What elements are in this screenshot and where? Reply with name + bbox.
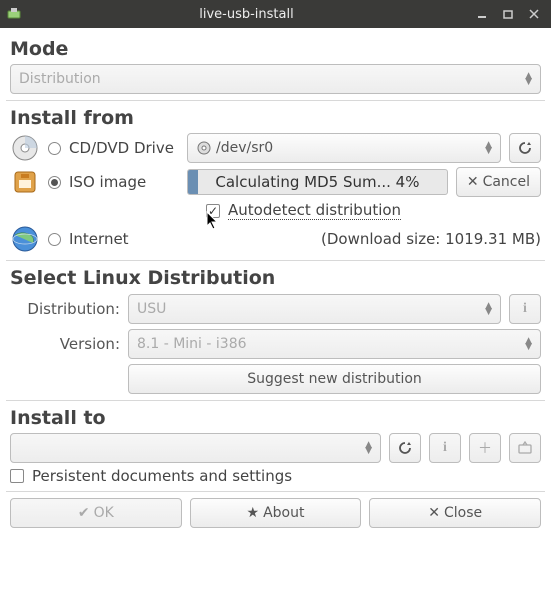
select-dist-heading: Select Linux Distribution — [10, 267, 541, 289]
minimize-button[interactable] — [473, 5, 491, 23]
md5-progress: Calculating MD5 Sum... 4% — [187, 169, 448, 195]
target-open-button[interactable] — [509, 433, 541, 463]
iso-icon — [10, 167, 40, 197]
cancel-button[interactable]: ✕ Cancel — [456, 167, 541, 197]
spinner-icon: ▲▼ — [365, 442, 372, 454]
iso-label: ISO image — [69, 173, 179, 191]
version-combo[interactable]: 8.1 - Mini - i386 ▲▼ — [128, 329, 541, 359]
target-info-button[interactable]: i — [429, 433, 461, 463]
persistent-label: Persistent documents and settings — [32, 467, 292, 485]
maximize-button[interactable] — [499, 5, 517, 23]
close-icon: ✕ — [428, 505, 440, 521]
suggest-dist-button[interactable]: Suggest new distribution — [128, 364, 541, 394]
star-icon: ★ — [247, 505, 260, 521]
ver-label: Version: — [10, 335, 120, 353]
install-from-heading: Install from — [10, 107, 541, 129]
close-window-button[interactable] — [525, 5, 543, 23]
radio-iso[interactable] — [48, 176, 61, 189]
about-label: About — [263, 505, 304, 521]
info-icon: i — [443, 440, 447, 456]
radio-internet[interactable] — [48, 233, 61, 246]
app-icon — [0, 6, 28, 22]
divider — [6, 260, 545, 261]
ok-button[interactable]: ✔ OK — [10, 498, 182, 528]
mode-combo[interactable]: Distribution ▲▼ — [10, 64, 541, 94]
window-title: live-usb-install — [28, 7, 465, 22]
download-size: (Download size: 1019.31 MB) — [187, 230, 541, 248]
dist-info-button[interactable]: i — [509, 294, 541, 324]
mode-heading: Mode — [10, 38, 541, 60]
internet-icon — [10, 224, 40, 254]
close-icon: ✕ — [467, 174, 479, 190]
spinner-icon: ▲▼ — [485, 142, 492, 154]
cancel-label: Cancel — [483, 174, 530, 190]
cd-device-combo[interactable]: /dev/sr0 ▲▼ — [187, 133, 501, 163]
close-button[interactable]: ✕ Close — [369, 498, 541, 528]
check-icon: ✔ — [78, 505, 90, 521]
cd-device-value: /dev/sr0 — [216, 140, 273, 156]
target-combo[interactable]: ▲▼ — [10, 433, 381, 463]
cd-icon — [10, 133, 40, 163]
suggest-label: Suggest new distribution — [247, 371, 422, 387]
progress-fill — [188, 170, 198, 194]
divider — [6, 100, 545, 101]
close-label: Close — [444, 505, 482, 521]
cd-label: CD/DVD Drive — [69, 139, 179, 157]
folder-up-icon — [517, 441, 533, 455]
autodetect-checkbox[interactable] — [206, 204, 220, 218]
target-add-button[interactable]: ＋ — [469, 433, 501, 463]
ok-label: OK — [94, 505, 114, 521]
autodetect-label: Autodetect distribution — [228, 201, 401, 220]
disc-small-icon — [196, 140, 212, 156]
divider — [6, 400, 545, 401]
refresh-icon — [397, 440, 413, 456]
info-icon: i — [523, 301, 527, 317]
internet-label: Internet — [69, 230, 179, 248]
plus-icon: ＋ — [478, 438, 492, 458]
about-button[interactable]: ★ About — [190, 498, 362, 528]
spinner-icon: ▲▼ — [485, 303, 492, 315]
dist-label: Distribution: — [10, 300, 120, 318]
persistent-checkbox[interactable] — [10, 469, 24, 483]
refresh-cd-button[interactable] — [509, 133, 541, 163]
install-to-heading: Install to — [10, 407, 541, 429]
spinner-icon: ▲▼ — [525, 73, 532, 85]
spinner-icon: ▲▼ — [525, 338, 532, 350]
dist-value: USU — [137, 301, 166, 317]
mode-value: Distribution — [19, 71, 101, 87]
version-value: 8.1 - Mini - i386 — [137, 336, 247, 352]
window-titlebar: live-usb-install — [0, 0, 551, 28]
refresh-target-button[interactable] — [389, 433, 421, 463]
progress-text: Calculating MD5 Sum... 4% — [215, 173, 419, 191]
divider — [6, 491, 545, 492]
refresh-icon — [517, 140, 533, 156]
radio-cd[interactable] — [48, 142, 61, 155]
dist-combo[interactable]: USU ▲▼ — [128, 294, 501, 324]
